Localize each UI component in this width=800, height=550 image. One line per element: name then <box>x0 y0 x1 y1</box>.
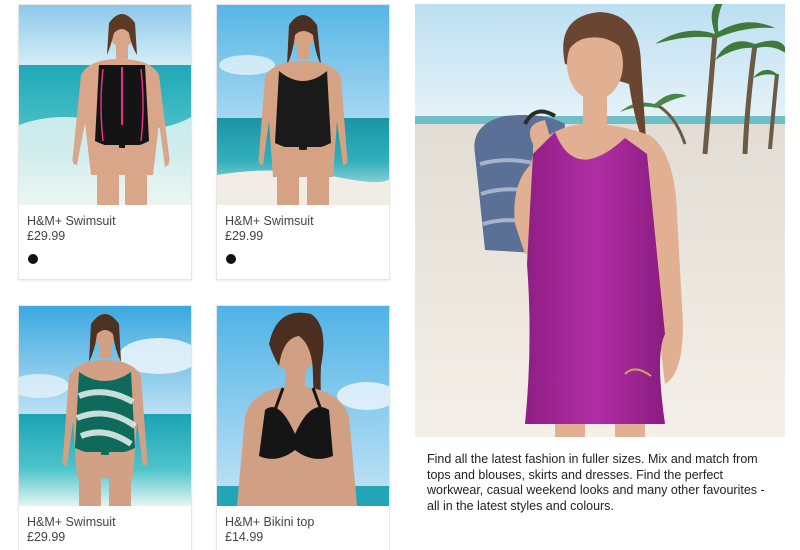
product-name[interactable]: H&M+ Swimsuit <box>27 214 183 229</box>
swimsuit-photo <box>19 306 191 506</box>
swimsuit-photo <box>19 5 191 205</box>
bikini-photo <box>217 306 389 506</box>
product-name[interactable]: H&M+ Bikini top <box>225 515 381 530</box>
product-price: £14.99 <box>225 530 264 544</box>
product-image[interactable] <box>217 306 389 506</box>
product-card[interactable]: H&M+ Swimsuit £29.99 <box>18 305 192 550</box>
product-name[interactable]: H&M+ Swimsuit <box>27 515 183 530</box>
swimsuit-photo <box>217 5 389 205</box>
product-name[interactable]: H&M+ Swimsuit <box>225 214 381 229</box>
product-price: £29.99 <box>27 530 66 544</box>
product-price: £29.99 <box>225 229 264 243</box>
product-card[interactable]: H&M+ Bikini top £14.99 <box>216 305 390 550</box>
promo-text: Find all the latest fashion in fuller si… <box>427 452 765 513</box>
beach-dress-photo <box>415 4 785 437</box>
color-swatch-black[interactable] <box>226 254 236 264</box>
product-image[interactable] <box>217 5 389 205</box>
hero-image[interactable] <box>415 4 785 437</box>
product-card[interactable]: H&M+ Swimsuit £29.99 <box>216 4 390 280</box>
product-image[interactable] <box>19 5 191 205</box>
product-price: £29.99 <box>27 229 66 243</box>
product-image[interactable] <box>19 306 191 506</box>
color-swatch-black[interactable] <box>28 254 38 264</box>
product-card[interactable]: H&M+ Swimsuit £29.99 <box>18 4 192 280</box>
